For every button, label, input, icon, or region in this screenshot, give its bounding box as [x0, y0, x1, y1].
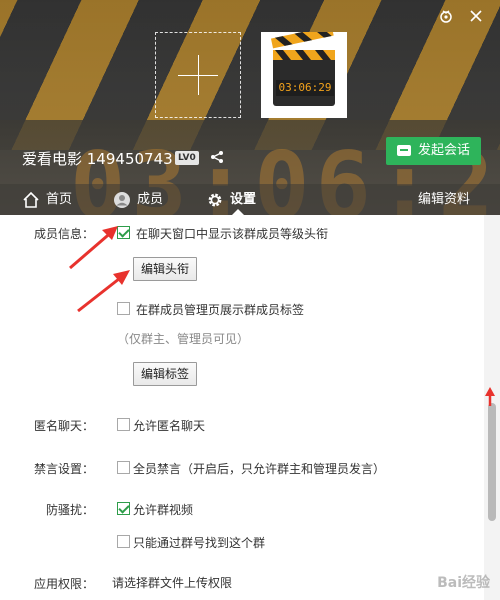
- member-icon: [113, 190, 131, 208]
- group-avatar[interactable]: 03:06:29: [261, 32, 347, 118]
- level-badge: LV0: [175, 151, 199, 165]
- chat-icon: [397, 145, 411, 156]
- annotation-arrow-3: [485, 387, 495, 406]
- group-header: 03:06:29 03:06:29 爱看电影 149450743 LV0 发起: [0, 0, 500, 215]
- edit-tags-button[interactable]: 编辑标签: [133, 362, 197, 386]
- watermark: Bai经验: [437, 575, 490, 591]
- group-name: 爱看电影 149450743: [22, 150, 173, 168]
- allow-video-checkbox[interactable]: [117, 502, 130, 515]
- share-icon[interactable]: [210, 150, 224, 167]
- show-title-text: 在聊天窗口中显示该群成员等级头衔: [136, 227, 329, 241]
- tab-edit-profile[interactable]: 编辑资料: [410, 184, 470, 215]
- show-tags-text: 在群成员管理页展示群成员标签: [136, 303, 305, 317]
- tab-bar: 首页 成员 设置 编辑资料: [0, 184, 500, 215]
- tab-home[interactable]: 首页: [22, 184, 82, 215]
- allow-anonymous-checkbox[interactable]: [117, 418, 130, 431]
- avatar-clock-text: 03:06:29: [276, 80, 334, 96]
- upload-cover-button[interactable]: [155, 32, 241, 118]
- app-permission-label: 应用权限：: [33, 577, 94, 591]
- app-permission-value[interactable]: 请选择群文件上传权限: [112, 574, 232, 591]
- window-controls: [438, 8, 484, 24]
- allow-video-text: 允许群视频: [133, 503, 194, 517]
- anti-harass-label: 防骚扰：: [45, 503, 94, 517]
- start-chat-label: 发起会话: [418, 143, 471, 158]
- anonymous-label: 匿名聊天：: [33, 419, 94, 433]
- allow-anonymous-text: 允许匿名聊天: [133, 419, 206, 433]
- tab-members[interactable]: 成员: [113, 184, 173, 215]
- visibility-hint: （仅群主、管理员可见）: [117, 332, 250, 346]
- find-by-number-checkbox[interactable]: [117, 535, 130, 548]
- close-icon[interactable]: [468, 8, 484, 24]
- all-mute-text: 全员禁言（开启后，只允许群主和管理员发言）: [133, 462, 386, 476]
- start-chat-button[interactable]: 发起会话: [386, 137, 481, 165]
- find-by-number-text: 只能通过群号找到这个群: [133, 536, 266, 550]
- home-icon: [22, 190, 40, 208]
- annotation-arrow-2: [77, 270, 130, 313]
- gear-icon: [206, 190, 224, 208]
- all-mute-checkbox[interactable]: [117, 461, 130, 474]
- tab-settings[interactable]: 设置: [206, 184, 266, 215]
- edit-title-button[interactable]: 编辑头衔: [133, 257, 197, 281]
- scrollbar-thumb[interactable]: [488, 403, 496, 521]
- skin-icon[interactable]: [438, 8, 454, 24]
- mute-label: 禁言设置：: [33, 462, 94, 476]
